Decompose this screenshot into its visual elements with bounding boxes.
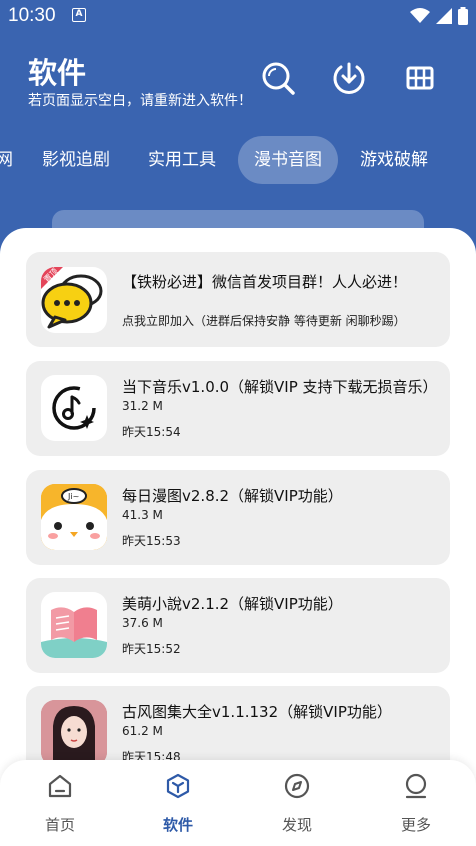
nav-more[interactable]: 更多 [376,772,456,835]
tab-partial[interactable]: 网 [0,136,13,184]
search-icon[interactable] [260,60,296,96]
app-title: 【铁粉必进】微信首发项目群！人人必进！ [122,273,408,291]
cube-icon [166,773,190,799]
battery-icon [458,7,468,25]
cartoon-face-icon: Ji~ [41,484,107,550]
nav-home[interactable]: 首页 [20,772,100,835]
profile-icon [405,773,427,799]
app-time: 昨天15:52 [122,642,181,656]
list-item[interactable]: 置顶 【铁粉必进】微信首发项目群！人人必进！ 点我立即加入（进群后保持安静 等待… [26,252,450,347]
app-time: 昨天15:53 [122,534,181,548]
open-book-icon [41,592,107,658]
compass-icon [284,773,310,799]
grid-icon[interactable] [402,60,438,96]
portrait-icon [41,700,107,766]
tab-tools[interactable]: 实用工具 [148,136,216,184]
tab-games[interactable]: 游戏破解 [360,136,428,184]
app-size: 31.2 M [122,399,163,413]
accessibility-badge-icon: A [72,8,86,22]
status-time: 10:30 [8,5,56,26]
category-tabs: 网 影视追剧 实用工具 漫书音图 游戏破解 [0,136,476,184]
tab-comics-audio[interactable]: 漫书音图 [238,136,338,184]
app-subtitle: 点我立即加入（进群后保持安静 等待更新 闲聊秒踢） [122,314,406,328]
app-list-panel: 置顶 【铁粉必进】微信首发项目群！人人必进！ 点我立即加入（进群后保持安静 等待… [0,228,476,846]
music-note-icon [41,375,107,441]
page-subtitle: 若页面显示空白，请重新进入软件！ [28,93,252,109]
app-title: 当下音乐v1.0.0（解锁VIP 支持下载无损音乐） [122,378,438,396]
page-title: 软件 [28,56,87,90]
nav-discover[interactable]: 发现 [257,772,337,835]
app-title: 古风图集大全v1.1.132（解锁VIP功能） [122,703,392,721]
list-item[interactable]: Ji~ 每日漫图v2.8.2（解锁VIP功能） 41.3 M 昨天15:53 [26,470,450,565]
status-bar: 10:30 A [0,0,476,34]
nav-label: 发现 [281,816,312,834]
tab-video[interactable]: 影视追剧 [42,136,110,184]
nav-label: 软件 [162,816,193,834]
svg-text:Ji~: Ji~ [67,492,79,501]
app-size: 37.6 M [122,616,163,630]
wifi-icon [410,8,430,23]
status-icons [410,7,468,25]
download-icon[interactable] [331,60,367,96]
home-icon [48,774,72,798]
list-item[interactable]: 美萌小說v2.1.2（解锁VIP功能） 37.6 M 昨天15:52 [26,578,450,673]
app-title: 每日漫图v2.8.2（解锁VIP功能） [122,487,343,505]
list-item[interactable]: 当下音乐v1.0.0（解锁VIP 支持下载无损音乐） 31.2 M 昨天15:5… [26,361,450,456]
nav-label: 首页 [44,816,75,834]
bottom-nav: 首页 软件 发现 更多 [0,760,476,846]
nav-label: 更多 [400,816,431,834]
nav-software[interactable]: 软件 [138,772,218,835]
app-size: 41.3 M [122,508,163,522]
app-time: 昨天15:54 [122,425,181,439]
app-title: 美萌小說v2.1.2（解锁VIP功能） [122,595,343,613]
app-size: 61.2 M [122,724,163,738]
signal-icon [436,8,452,24]
